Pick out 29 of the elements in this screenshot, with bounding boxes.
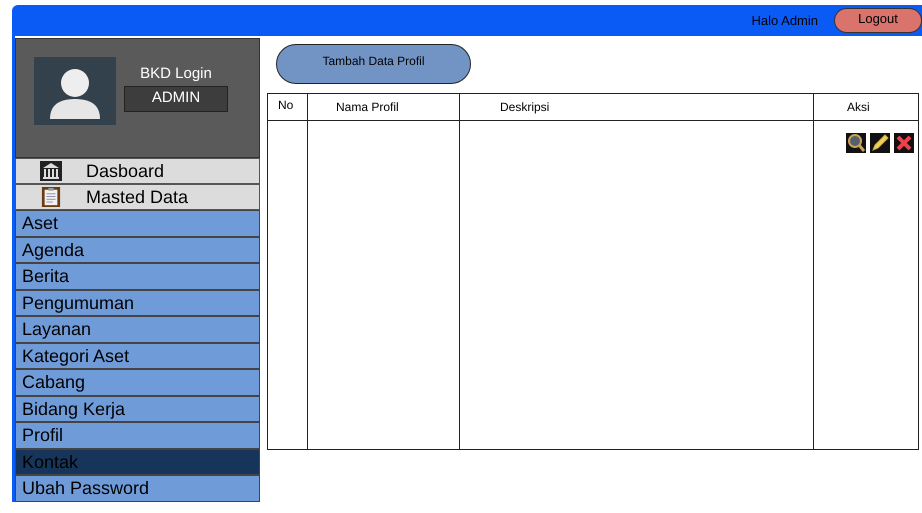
sidebar-item[interactable]: Profil <box>15 422 260 448</box>
menu-header-label: Masted Data <box>86 186 188 208</box>
avatar-icon <box>34 57 116 125</box>
sidebar-item[interactable]: Kategori Aset <box>15 342 260 369</box>
sidebar-item[interactable]: Ubah Password <box>15 475 260 502</box>
column-header: No <box>268 94 308 120</box>
role-label: ADMIN <box>124 86 228 112</box>
sidebar-item[interactable]: Berita <box>15 263 260 290</box>
sidebar-item[interactable]: Pengumuman <box>15 290 260 316</box>
sidebar-item[interactable]: Aset <box>15 210 260 236</box>
column-header: Nama Profil <box>308 94 460 120</box>
building-icon <box>40 161 62 181</box>
greeting-text: Halo Admin <box>752 13 818 28</box>
sidebar-item[interactable]: Agenda <box>15 236 260 263</box>
add-profile-button[interactable]: Tambah Data Profil <box>276 44 471 84</box>
login-title: BKD Login <box>140 65 212 82</box>
menu-header[interactable]: Masted Data <box>15 184 260 210</box>
column-header: Deskripsi <box>460 94 814 120</box>
pencil-icon[interactable] <box>870 133 890 153</box>
clipboard-icon <box>40 187 62 207</box>
delete-icon[interactable] <box>894 133 914 153</box>
menu-header-label: Dasboard <box>86 160 164 182</box>
magnifier-icon[interactable] <box>846 133 866 153</box>
sidebar-item[interactable]: Cabang <box>15 369 260 396</box>
logout-button[interactable]: Logout <box>834 8 922 33</box>
menu-header[interactable]: Dasboard <box>15 158 260 184</box>
sidebar-item[interactable]: Layanan <box>15 316 260 342</box>
sidebar-item[interactable]: Bidang Kerja <box>15 396 260 422</box>
column-header: Aksi <box>846 99 871 116</box>
